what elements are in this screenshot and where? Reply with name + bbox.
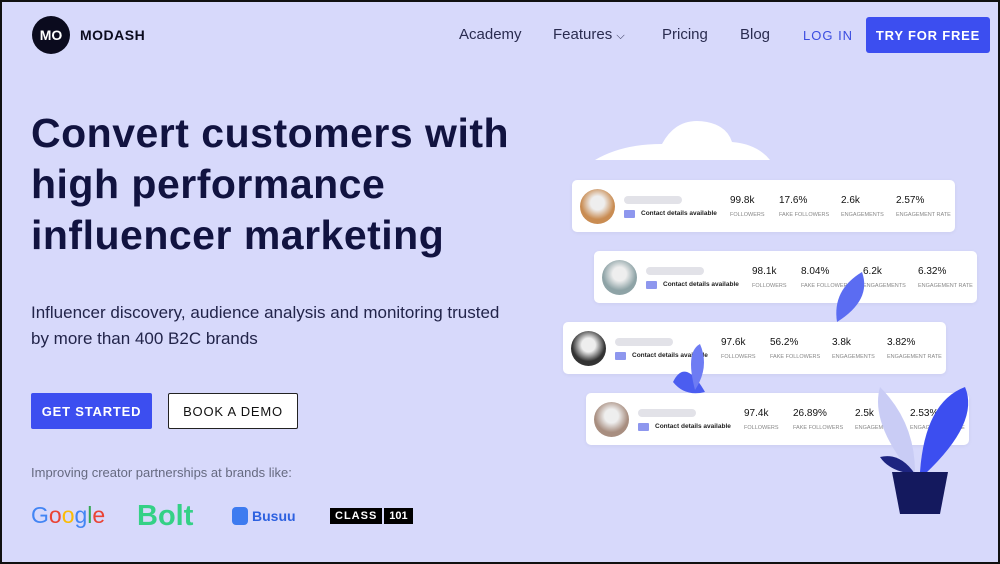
- avatar: [602, 260, 637, 295]
- avatar: [594, 402, 629, 437]
- logo-mark: MO: [32, 16, 70, 54]
- contact-card-icon: [615, 352, 626, 360]
- contact-details: Contact details available: [655, 423, 731, 430]
- name-placeholder: [638, 409, 696, 417]
- leaf-icon: [673, 344, 705, 394]
- login-link[interactable]: LOG IN: [803, 28, 853, 43]
- stat-label: FAKE FOLLOWERS: [770, 354, 821, 360]
- stat-value: 3.8k: [832, 337, 851, 348]
- book-demo-button[interactable]: BOOK A DEMO: [168, 393, 298, 429]
- stat-value: 97.6k: [721, 337, 746, 348]
- nav-academy[interactable]: Academy: [459, 26, 522, 43]
- top-nav: MO MODASH Academy Features ⌵ Pricing Blo…: [2, 2, 998, 68]
- get-started-button[interactable]: GET STARTED: [31, 393, 152, 429]
- bolt-logo: Bolt: [137, 500, 194, 532]
- contact-card-icon: [646, 281, 657, 289]
- stat: 56.2% FAKE FOLLOWERS: [770, 337, 820, 360]
- influencer-card[interactable]: Contact details available 99.8k FOLLOWERS 1…: [572, 180, 955, 232]
- stat-label: ENGAGEMENT RATE: [918, 283, 973, 289]
- nav-features[interactable]: Features ⌵: [553, 26, 625, 43]
- brands-label: Improving creator partnerships at brands…: [31, 465, 292, 480]
- contact-card-icon: [638, 423, 649, 431]
- hero-title: Convert customers with high performance …: [31, 110, 510, 258]
- avatar: [580, 189, 615, 224]
- potted-plant-illustration: [878, 387, 969, 514]
- contact-details: Contact details available: [663, 281, 739, 288]
- stat: 2.6k ENGAGEMENTS: [841, 195, 884, 218]
- stat-label: ENGAGEMENT RATE: [887, 354, 942, 360]
- chevron-down-icon: ⌵: [616, 30, 625, 42]
- stat: 6.32% ENGAGEMENT RATE: [918, 266, 973, 289]
- stat-label: FOLLOWERS: [730, 212, 765, 218]
- stat-value: 3.82%: [887, 337, 916, 348]
- stat: 2.57% ENGAGEMENT RATE: [896, 195, 951, 218]
- contact-card-icon: [624, 210, 635, 218]
- stat-label: ENGAGEMENT RATE: [896, 212, 951, 218]
- stat-value: 6.32%: [918, 266, 947, 277]
- stat-label: FOLLOWERS: [744, 425, 779, 431]
- stat-label: ENGAGEMENTS: [841, 212, 884, 218]
- stat-label: FAKE FOLLOWERS: [779, 212, 830, 218]
- class101-logo: CLASS 101: [330, 508, 413, 524]
- stat: 3.8k ENGAGEMENTS: [832, 337, 875, 360]
- influencer-card[interactable]: Contact details available 98.1k FOLLOWERS 8…: [594, 251, 977, 303]
- stat: 3.82% ENGAGEMENT RATE: [887, 337, 942, 360]
- hero-subtitle: Influencer discovery, audience analysis …: [31, 303, 500, 348]
- leaf-icon: [836, 272, 865, 322]
- logo-text: MODASH: [80, 27, 146, 43]
- name-placeholder: [646, 267, 704, 275]
- cloud-illustration: [595, 120, 770, 160]
- stat: 99.8k FOLLOWERS: [730, 195, 765, 218]
- busuu-logo: Busuu: [232, 507, 296, 525]
- name-placeholder: [624, 196, 682, 204]
- logo[interactable]: MO MODASH: [32, 16, 145, 54]
- stat-value: 99.8k: [730, 195, 755, 206]
- stat-value: 56.2%: [770, 337, 799, 348]
- stat: 97.6k FOLLOWERS: [721, 337, 756, 360]
- stat-value: 26.89%: [793, 408, 827, 419]
- stat: 97.4k FOLLOWERS: [744, 408, 779, 431]
- nav-features-label: Features: [553, 26, 613, 43]
- stat-label: FOLLOWERS: [721, 354, 756, 360]
- nav-pricing[interactable]: Pricing: [662, 26, 708, 43]
- stat-value: 2.6k: [841, 195, 860, 206]
- stat-label: FOLLOWERS: [752, 283, 787, 289]
- stat: 98.1k FOLLOWERS: [752, 266, 787, 289]
- name-placeholder: [615, 338, 673, 346]
- google-logo: Google: [31, 502, 106, 528]
- stat-label: FAKE FOLLOWERS: [793, 425, 844, 431]
- stat-value: 17.6%: [779, 195, 808, 206]
- avatar: [571, 331, 606, 366]
- stat-value: 97.4k: [744, 408, 769, 419]
- stat: 17.6% FAKE FOLLOWERS: [779, 195, 829, 218]
- try-for-free-button[interactable]: TRY FOR FREE: [866, 17, 990, 53]
- nav-blog[interactable]: Blog: [740, 26, 770, 43]
- stat-label: ENGAGEMENTS: [832, 354, 875, 360]
- influencer-card[interactable]: Contact details available 97.6k FOLLOWERS 5…: [563, 322, 946, 374]
- stat-value: 98.1k: [752, 266, 777, 277]
- contact-details: Contact details available: [641, 210, 717, 217]
- stat: 26.89% FAKE FOLLOWERS: [793, 408, 843, 431]
- stat-value: 2.57%: [896, 195, 925, 206]
